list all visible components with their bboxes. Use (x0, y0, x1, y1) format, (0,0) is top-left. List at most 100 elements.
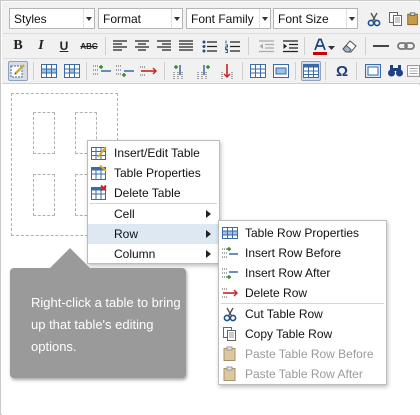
menu-item-label: Insert Row Before (245, 246, 342, 260)
insert-row-after-icon (116, 65, 134, 77)
menu-item-table-properties[interactable]: Table Properties (88, 163, 219, 183)
insert-row-after-button[interactable] (115, 61, 135, 81)
justify-button[interactable] (176, 36, 196, 56)
format-dropdown[interactable]: Format (98, 8, 183, 29)
font-family-dropdown-label: Font Family (191, 12, 254, 26)
menu-item-paste-table-row-before[interactable]: Paste Table Row Before (219, 344, 386, 364)
delete-row-button[interactable] (139, 61, 159, 81)
menu-item-label: Column (114, 247, 156, 261)
align-right-icon (157, 40, 171, 51)
font-color-dropdown[interactable] (327, 38, 336, 58)
menu-item-delete-table[interactable]: Delete Table (88, 183, 219, 203)
row-submenu: Table Row Properties Insert Row Before I… (218, 220, 387, 385)
toolbar-separator (365, 37, 366, 55)
bullet-list-button[interactable] (199, 36, 219, 56)
align-center-icon (135, 40, 149, 51)
italic-button[interactable]: I (31, 36, 51, 56)
source-icon (407, 65, 420, 77)
menu-item-label: Cut Table Row (245, 307, 323, 321)
menu-item-paste-table-row-after[interactable]: Paste Table Row After (219, 364, 386, 384)
align-right-button[interactable] (154, 36, 174, 56)
delete-column-icon (221, 64, 233, 79)
indent-button[interactable] (280, 36, 300, 56)
table-icon (303, 64, 319, 78)
insert-column-before-icon (173, 65, 183, 79)
source-button[interactable] (407, 61, 420, 81)
toolbar-separator (164, 62, 165, 80)
toolbar: Styles Format Font Family Font Size B I … (2, 2, 420, 84)
numbered-list-button[interactable] (222, 36, 242, 56)
delete-column-button[interactable] (217, 61, 237, 81)
align-center-button[interactable] (132, 36, 152, 56)
special-character-button[interactable]: Ω (332, 61, 352, 81)
cell-properties-button[interactable] (62, 61, 82, 81)
menu-item-row[interactable]: Row (88, 224, 219, 244)
toolbar-separator (105, 37, 106, 55)
merge-cells-icon (273, 64, 289, 78)
bullet-list-icon (202, 40, 217, 52)
font-family-dropdown[interactable]: Font Family (186, 8, 271, 29)
insert-row-before-button[interactable] (92, 61, 112, 81)
insert-column-after-button[interactable] (194, 61, 214, 81)
insert-column-before-button[interactable] (170, 61, 190, 81)
scissors-icon (367, 12, 381, 27)
numbered-list-icon (224, 40, 240, 53)
link-button[interactable] (396, 36, 416, 56)
row-properties-icon (41, 64, 57, 78)
editor-window: Styles Format Font Family Font Size B I … (0, 0, 420, 415)
menu-item-cell[interactable]: Cell (88, 204, 219, 224)
menu-item-delete-row[interactable]: Delete Row (219, 283, 386, 303)
align-left-icon (113, 40, 127, 51)
menu-item-label: Delete Row (245, 286, 308, 300)
row-properties-button[interactable] (39, 61, 59, 81)
cut-button[interactable] (364, 9, 384, 29)
chevron-down-icon (259, 9, 270, 28)
embed-media-button[interactable] (363, 61, 383, 81)
table-cell[interactable] (33, 112, 55, 154)
horizontal-rule-button[interactable] (371, 36, 391, 56)
menu-item-insert-edit-table[interactable]: Insert/Edit Table (88, 143, 219, 163)
strikethrough-icon: ABC (80, 41, 98, 51)
insert-table-icon (91, 146, 107, 160)
font-color-icon (313, 38, 327, 55)
chevron-down-icon (83, 9, 94, 28)
menu-item-label: Insert/Edit Table (114, 146, 200, 160)
visual-aid-button[interactable] (8, 61, 28, 81)
context-menu: Insert/Edit Table Table Properties Delet… (87, 140, 220, 264)
underline-button[interactable]: U (54, 36, 74, 56)
menu-item-cut-table-row[interactable]: Cut Table Row (219, 304, 386, 324)
copy-button[interactable] (386, 9, 406, 29)
omega-icon: Ω (335, 62, 349, 80)
menu-item-copy-table-row[interactable]: Copy Table Row (219, 324, 386, 344)
table-properties-icon (91, 165, 107, 180)
menu-item-column[interactable]: Column (88, 244, 219, 264)
help-callout-text: Right-click a table to bring up that tab… (31, 295, 181, 354)
bold-button[interactable]: B (8, 36, 28, 56)
split-cells-button[interactable] (248, 61, 268, 81)
outdent-icon (258, 39, 274, 52)
toolbar-divider (3, 33, 420, 34)
find-replace-button[interactable] (386, 61, 406, 81)
scissors-icon (223, 307, 237, 322)
toolbar-separator (248, 37, 249, 55)
insert-table-button[interactable] (301, 61, 321, 81)
remove-format-button[interactable] (340, 36, 360, 56)
paste-button[interactable] (406, 9, 420, 29)
styles-dropdown[interactable]: Styles (9, 8, 95, 29)
styles-dropdown-label: Styles (14, 12, 47, 26)
insert-row-before-icon (222, 247, 238, 258)
menu-item-label: Cell (114, 207, 135, 221)
merge-cells-button[interactable] (271, 61, 291, 81)
menu-item-insert-row-after[interactable]: Insert Row After (219, 263, 386, 283)
outdent-button[interactable] (256, 36, 276, 56)
font-size-dropdown[interactable]: Font Size (273, 8, 358, 29)
menu-item-insert-row-before[interactable]: Insert Row Before (219, 243, 386, 263)
strikethrough-button[interactable]: ABC (77, 36, 101, 56)
font-size-dropdown-label: Font Size (278, 12, 329, 26)
insert-row-after-icon (222, 268, 238, 279)
align-left-button[interactable] (110, 36, 130, 56)
table-cell[interactable] (33, 174, 55, 216)
menu-item-table-row-properties[interactable]: Table Row Properties (219, 223, 386, 243)
chevron-down-icon (346, 9, 357, 28)
chevron-down-icon (171, 9, 182, 28)
